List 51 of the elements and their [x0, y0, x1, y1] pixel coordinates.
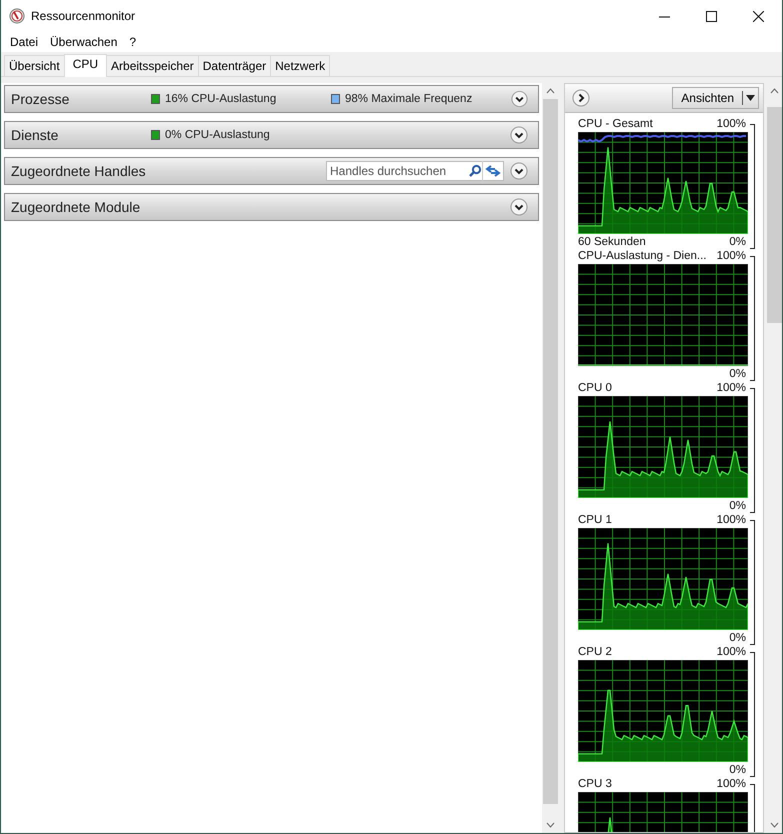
scale-max-label: 100% — [716, 117, 746, 131]
views-button[interactable]: Ansichten — [672, 87, 759, 109]
window-title: Ressourcenmonitor — [31, 9, 136, 23]
scrollbar-thumb[interactable] — [766, 107, 782, 323]
tab[interactable]: CPU — [64, 54, 108, 77]
indicator-label: 16% CPU-Auslastung — [165, 93, 276, 105]
expand-icon[interactable] — [510, 126, 528, 144]
scale-min-label: 0% — [729, 763, 746, 777]
expand-icon[interactable] — [510, 162, 528, 180]
scale-max-label: 100% — [716, 381, 746, 395]
scrollbar-thumb[interactable] — [542, 99, 558, 804]
section-title: Zugeordnete Module — [11, 199, 142, 215]
tab[interactable]: Übersicht — [4, 55, 65, 76]
caret-icon[interactable] — [746, 95, 755, 101]
menu-item[interactable]: Überwachen — [45, 35, 122, 49]
gauge-icon — [9, 8, 25, 24]
section-title: Dienste — [11, 127, 60, 143]
scroll-down-icon[interactable] — [770, 822, 778, 828]
section-title: Zugeordnete Handles — [11, 163, 147, 179]
scale-max-label: 100% — [716, 513, 746, 527]
maximize-icon[interactable] — [706, 10, 717, 22]
menu-item[interactable]: ? — [124, 35, 142, 49]
scale-min-label: 0% — [729, 367, 746, 381]
expand-icon[interactable] — [510, 198, 528, 216]
expand-icon[interactable] — [511, 90, 528, 108]
expand-right-icon[interactable] — [572, 89, 590, 107]
section-header[interactable]: Prozesse 16% CPU-Auslastung 98% Maximale Frequenz — [4, 85, 539, 113]
graph-title: CPU 0 — [578, 381, 612, 395]
section-header[interactable]: Zugeordnete Module — [4, 193, 539, 221]
close-icon[interactable] — [753, 10, 764, 22]
scroll-down-icon[interactable] — [546, 822, 554, 828]
graph-title: CPU - Gesamt — [578, 117, 653, 131]
scale-min-label: 0% — [729, 499, 746, 513]
graph-title: CPU 1 — [578, 513, 612, 527]
scale-min-label: 0% — [729, 631, 746, 645]
graph-title: CPU 3 — [578, 777, 612, 791]
graph-title: CPU-Auslastung - Dien... — [578, 249, 706, 263]
menu-item[interactable]: Datei — [5, 35, 44, 49]
graph-title: CPU 2 — [578, 645, 612, 659]
scale-max-label: 100% — [716, 777, 746, 791]
tab[interactable]: Netzwerk — [270, 55, 330, 76]
scale-max-label: 100% — [716, 249, 746, 263]
scroll-up-icon[interactable] — [770, 88, 778, 94]
scale-max-label: 100% — [716, 645, 746, 659]
scroll-up-icon[interactable] — [546, 88, 554, 94]
scale-min-label: 0% — [729, 235, 746, 249]
indicator-label: 0% CPU-Auslastung — [165, 129, 270, 141]
time-span-label: 60 Sekunden — [578, 235, 646, 249]
indicator-label: 98% Maximale Frequenz — [345, 93, 472, 105]
section-title: Prozesse — [11, 91, 70, 107]
section-header[interactable]: Dienste 0% CPU-Auslastung — [4, 121, 539, 149]
